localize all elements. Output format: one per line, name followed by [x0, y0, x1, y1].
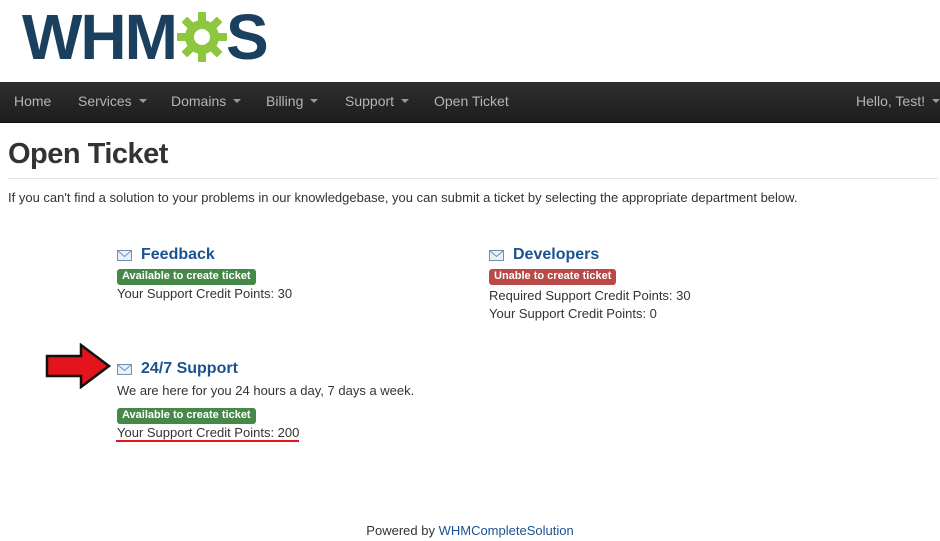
site-header: WHM S [0, 0, 940, 82]
chevron-down-icon [310, 99, 319, 104]
chevron-down-icon [932, 99, 940, 104]
nav-services[interactable]: Services [78, 82, 147, 122]
nav-home[interactable]: Home [14, 82, 51, 122]
department-name: Developers [513, 246, 600, 263]
chevron-down-icon [401, 99, 410, 104]
intro-text: If you can't find a solution to your pro… [8, 190, 798, 205]
envelope-icon [117, 363, 132, 375]
page-title: Open Ticket [8, 138, 168, 170]
nav-billing[interactable]: Billing [266, 82, 319, 122]
department-name: Feedback [141, 246, 215, 263]
chevron-down-icon [138, 99, 147, 104]
credit-points-text: Your Support Credit Points: 0 [489, 306, 657, 321]
department-feedback-link[interactable]: Feedback [117, 244, 292, 266]
status-badge: Available to create ticket [117, 408, 256, 424]
footer: Powered by WHMCompleteSolution [0, 523, 940, 538]
nav-support[interactable]: Support [345, 82, 410, 122]
nav-open-ticket-label: Open Ticket [434, 93, 509, 109]
nav-support-label: Support [345, 93, 395, 109]
department-description: We are here for you 24 hours a day, 7 da… [117, 383, 415, 398]
nav-services-label: Services [78, 93, 132, 109]
department-feedback: Feedback Available to create ticket Your… [117, 244, 292, 303]
nav-domains-label: Domains [171, 93, 227, 109]
user-menu[interactable]: Hello, Test! [856, 82, 940, 122]
gear-icon [176, 12, 227, 62]
envelope-icon [117, 249, 132, 261]
required-credit-points-text: Required Support Credit Points: 30 [489, 288, 691, 303]
nav-open-ticket[interactable]: Open Ticket [434, 82, 509, 122]
credit-points-text: Your Support Credit Points: 30 [117, 286, 293, 301]
title-divider [8, 178, 938, 179]
whmcs-logo[interactable]: WHM S [22, 1, 269, 73]
logo-text-left: WHM [22, 1, 178, 73]
footer-link[interactable]: WHMCompleteSolution [439, 523, 574, 538]
envelope-icon [489, 249, 504, 261]
red-arrow-icon [45, 343, 111, 389]
department-developers-link[interactable]: Developers [489, 244, 691, 266]
chevron-down-icon [233, 99, 242, 104]
nav-domains[interactable]: Domains [171, 82, 242, 122]
department-name: 24/7 Support [141, 360, 238, 377]
user-menu-label: Hello, Test! [856, 93, 925, 109]
footer-prefix: Powered by [366, 523, 435, 538]
nav-billing-label: Billing [266, 93, 304, 109]
department-24-7-support-link[interactable]: 24/7 Support [117, 358, 414, 380]
main-navbar: Home Services Domains Billing Support Op… [0, 82, 940, 123]
department-developers: Developers Unable to create ticket Requi… [489, 244, 691, 323]
status-badge: Available to create ticket [117, 269, 256, 285]
department-24-7-support: 24/7 Support We are here for you 24 hour… [117, 358, 414, 442]
logo-text-right: S [225, 1, 269, 73]
nav-home-label: Home [14, 93, 52, 109]
highlight-underline [116, 440, 299, 442]
logo-text: WHM S [22, 1, 269, 73]
status-badge: Unable to create ticket [489, 269, 617, 285]
